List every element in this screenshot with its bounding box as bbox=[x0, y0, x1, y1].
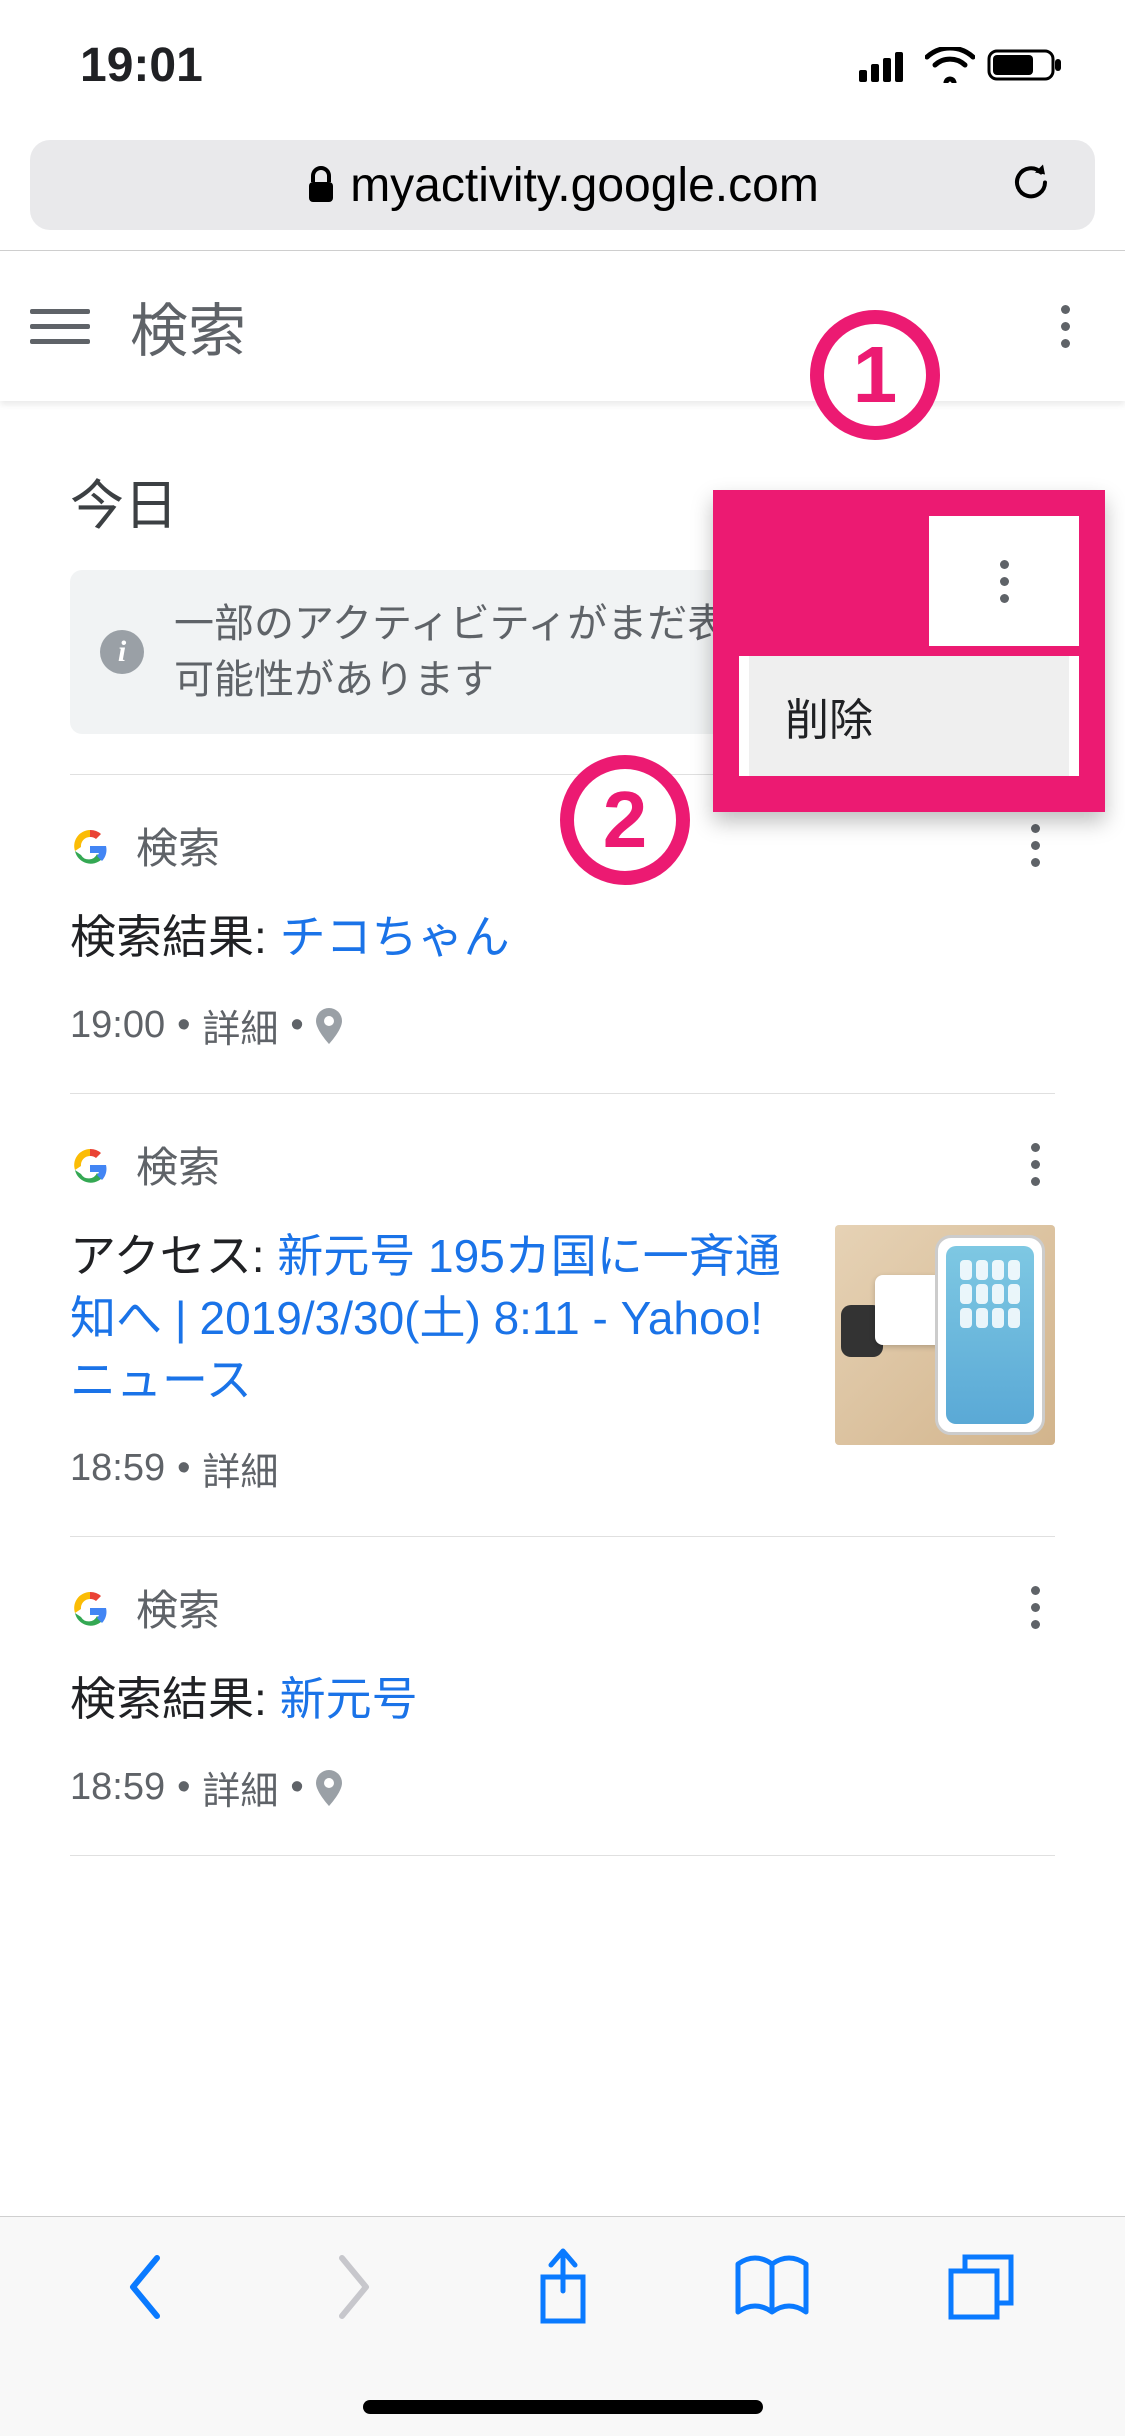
popup-frame: 削除 bbox=[713, 490, 1105, 812]
vertical-dots-icon bbox=[1015, 1134, 1055, 1194]
reload-icon bbox=[1007, 159, 1055, 207]
header-overflow-button[interactable] bbox=[1045, 296, 1085, 356]
item-thumbnail[interactable] bbox=[835, 1225, 1055, 1445]
item-overflow-button[interactable] bbox=[1015, 815, 1055, 875]
item-prefix: 検索結果: bbox=[70, 911, 280, 963]
item-details[interactable]: 詳細 bbox=[202, 1760, 278, 1815]
item-link[interactable]: 新元号 bbox=[280, 1673, 418, 1725]
item-body: アクセス: 新元号 195カ国に一斉通知へ | 2019/3/30(土) 8:1… bbox=[70, 1225, 1055, 1496]
item-category: 検索 bbox=[136, 1577, 220, 1638]
item-title[interactable]: アクセス: 新元号 195カ国に一斉通知へ | 2019/3/30(土) 8:1… bbox=[70, 1225, 805, 1411]
tabs-button[interactable] bbox=[941, 2247, 1021, 2327]
item-header: 検索 bbox=[70, 1134, 1055, 1195]
location-pin-icon bbox=[316, 1008, 342, 1044]
forward-button[interactable] bbox=[314, 2247, 394, 2327]
wifi-icon bbox=[925, 47, 975, 83]
battery-icon bbox=[987, 47, 1065, 83]
item-overflow-button[interactable] bbox=[1015, 1134, 1055, 1194]
item-details[interactable]: 詳細 bbox=[202, 998, 278, 1053]
chevron-left-icon bbox=[123, 2252, 167, 2322]
google-icon bbox=[70, 1145, 110, 1185]
item-prefix: アクセス: bbox=[70, 1230, 277, 1282]
tabs-icon bbox=[945, 2251, 1017, 2323]
item-details[interactable]: 詳細 bbox=[202, 1441, 278, 1496]
section-title: 今日 bbox=[70, 461, 178, 540]
divider bbox=[70, 1855, 1055, 1856]
item-meta: 19:00 • 詳細 • bbox=[70, 998, 1055, 1053]
status-icons bbox=[859, 47, 1065, 83]
ios-status-bar: 19:01 bbox=[0, 0, 1125, 130]
status-time: 19:01 bbox=[80, 38, 203, 93]
item-overflow-button[interactable] bbox=[1015, 1577, 1055, 1637]
item-title[interactable]: 検索結果: 新元号 bbox=[70, 1668, 1055, 1730]
annotation-popup: 削除 bbox=[713, 490, 1105, 812]
popup-overflow-button[interactable] bbox=[929, 516, 1079, 646]
back-button[interactable] bbox=[105, 2247, 185, 2327]
home-indicator[interactable] bbox=[363, 2400, 763, 2414]
vertical-dots-icon bbox=[1015, 815, 1055, 875]
annotation-2-label: 2 bbox=[603, 774, 648, 866]
activity-item: 検索 アクセス: 新元号 195カ国に一斉通知へ | 2019/3/30(土) … bbox=[0, 1094, 1125, 1536]
safari-toolbar bbox=[0, 2216, 1125, 2436]
google-icon bbox=[70, 1588, 110, 1628]
annotation-2: 2 bbox=[560, 755, 690, 885]
safari-address-region: myactivity.google.com bbox=[0, 130, 1125, 251]
item-meta: 18:59 • 詳細 bbox=[70, 1441, 805, 1496]
share-button[interactable] bbox=[523, 2247, 603, 2327]
google-icon bbox=[70, 826, 110, 866]
delete-menu-item[interactable]: 削除 bbox=[749, 656, 1069, 776]
item-category: 検索 bbox=[136, 815, 220, 876]
item-time: 18:59 bbox=[70, 1447, 165, 1490]
item-meta: 18:59 • 詳細 • bbox=[70, 1760, 1055, 1815]
annotation-1-label: 1 bbox=[853, 329, 898, 421]
book-icon bbox=[732, 2254, 812, 2320]
vertical-dots-icon bbox=[984, 551, 1024, 611]
activity-item: 検索 検索結果: チコちゃん 19:00 • 詳細 • 2 bbox=[0, 775, 1125, 1093]
share-icon bbox=[533, 2247, 593, 2327]
annotation-1: 1 bbox=[810, 310, 940, 440]
address-text: myactivity.google.com bbox=[306, 158, 819, 213]
vertical-dots-icon bbox=[1015, 1577, 1055, 1637]
url-text: myactivity.google.com bbox=[350, 158, 819, 213]
vertical-dots-icon bbox=[1045, 296, 1085, 356]
item-body: 検索結果: 新元号 18:59 • 詳細 • bbox=[70, 1668, 1055, 1815]
item-category: 検索 bbox=[136, 1134, 220, 1195]
item-title[interactable]: 検索結果: チコちゃん bbox=[70, 906, 1055, 968]
lock-icon bbox=[306, 166, 336, 204]
item-time: 18:59 bbox=[70, 1766, 165, 1809]
info-icon: i bbox=[100, 630, 144, 674]
item-time: 19:00 bbox=[70, 1004, 165, 1047]
item-link[interactable]: チコちゃん bbox=[280, 911, 510, 963]
menu-button[interactable] bbox=[30, 296, 90, 356]
item-header: 検索 bbox=[70, 1577, 1055, 1638]
popup-menu: 削除 bbox=[739, 656, 1079, 776]
activity-item: 検索 検索結果: 新元号 18:59 • 詳細 • bbox=[0, 1537, 1125, 1855]
item-prefix: 検索結果: bbox=[70, 1673, 280, 1725]
chevron-right-icon bbox=[332, 2252, 376, 2322]
page-header: 検索 bbox=[0, 251, 1125, 401]
item-body: 検索結果: チコちゃん 19:00 • 詳細 • bbox=[70, 906, 1055, 1053]
location-pin-icon bbox=[316, 1770, 342, 1806]
page-title: 検索 bbox=[130, 284, 246, 368]
reload-button[interactable] bbox=[1007, 159, 1055, 212]
cellular-icon bbox=[859, 48, 913, 82]
bookmarks-button[interactable] bbox=[732, 2247, 812, 2327]
address-bar[interactable]: myactivity.google.com bbox=[30, 140, 1095, 230]
